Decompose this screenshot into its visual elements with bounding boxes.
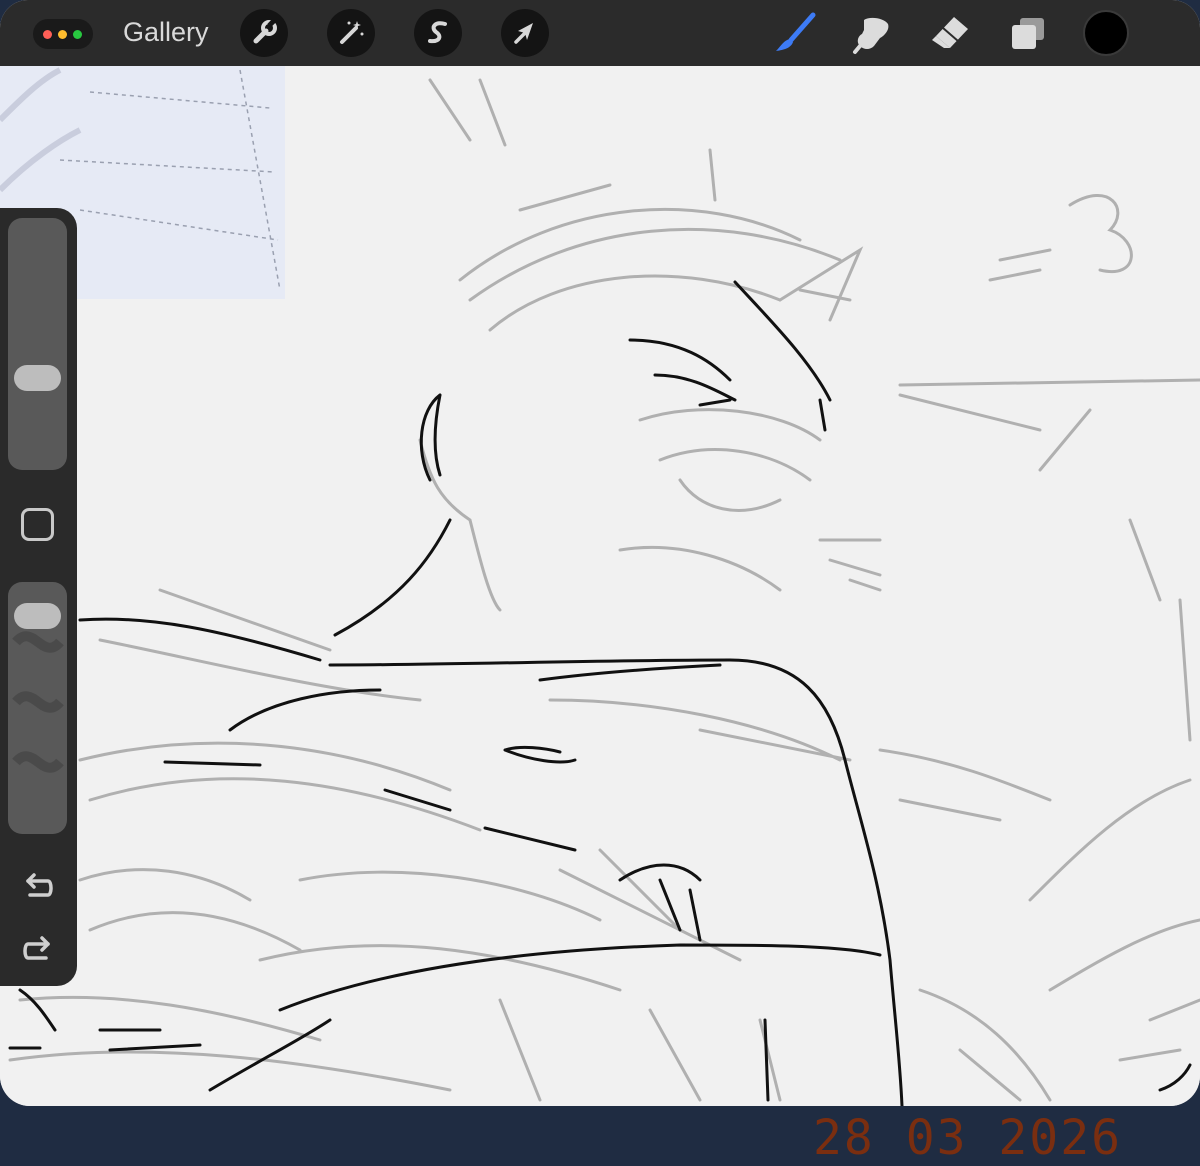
top-toolbar: Gallery (0, 0, 1200, 66)
close-dot[interactable] (43, 30, 52, 39)
actions-button[interactable] (240, 9, 288, 57)
smudge-tool[interactable] (850, 10, 896, 56)
minimize-dot[interactable] (58, 30, 67, 39)
brush-tool[interactable] (772, 10, 818, 56)
selection-button[interactable] (414, 9, 462, 57)
adjustments-button[interactable] (327, 9, 375, 57)
brush-sidebar (0, 208, 77, 986)
modify-button[interactable] (21, 508, 54, 541)
brush-icon (776, 12, 816, 51)
opacity-slider[interactable] (8, 582, 67, 834)
magic-wand-icon (340, 21, 364, 44)
redo-button[interactable] (18, 928, 58, 968)
transform-button[interactable] (501, 9, 549, 57)
window-controls (33, 19, 93, 49)
drawing-canvas[interactable] (0, 66, 1200, 1106)
brush-size-thumb[interactable] (14, 365, 61, 392)
gallery-button[interactable]: Gallery (123, 17, 209, 48)
layers-icon (1012, 18, 1044, 49)
smudge-icon (853, 17, 889, 54)
layers-tool[interactable] (1006, 10, 1052, 56)
opacity-thumb[interactable] (14, 602, 61, 629)
redo-icon (23, 936, 50, 960)
selection-s-icon (428, 21, 447, 44)
arrow-cursor-icon (514, 23, 533, 44)
undo-icon (26, 873, 53, 897)
date-stamp: 28 03 2026 (813, 1110, 1122, 1166)
color-picker[interactable] (1083, 10, 1129, 56)
zoom-dot[interactable] (73, 30, 82, 39)
eraser-icon (932, 17, 968, 48)
brush-size-slider[interactable] (8, 218, 67, 470)
undo-button[interactable] (18, 865, 58, 905)
wrench-icon (253, 18, 277, 44)
eraser-tool[interactable] (928, 10, 974, 56)
procreate-window: Gallery (0, 0, 1200, 1106)
